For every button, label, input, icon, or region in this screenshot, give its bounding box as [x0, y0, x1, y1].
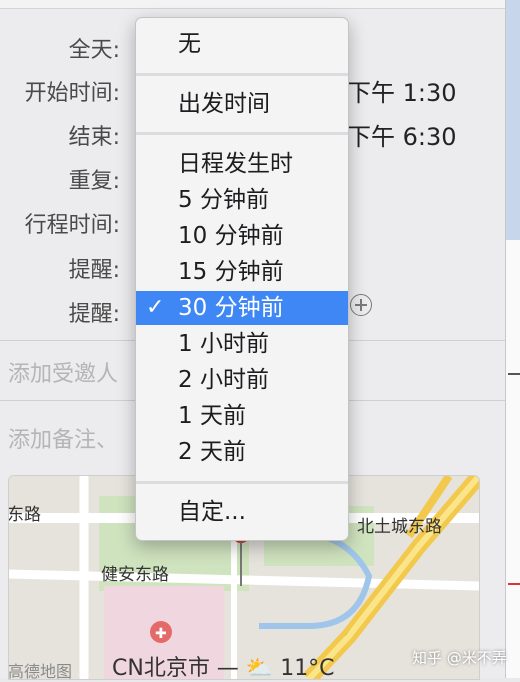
- menu-separator: [136, 73, 348, 76]
- invitees-field[interactable]: 添加受邀人: [8, 356, 118, 388]
- watermark: 知乎 @米不弄: [412, 649, 507, 667]
- edge-marker: [508, 373, 520, 375]
- start-time-value[interactable]: 下午 1:30: [347, 73, 457, 108]
- menu-item-2day[interactable]: 2 天前: [136, 435, 348, 469]
- travel-time-label: 行程时间:: [24, 213, 120, 238]
- menu-item-30min[interactable]: ✓ 30 分钟前: [136, 291, 348, 325]
- alert-label-1: 提醒:: [68, 258, 120, 283]
- all-day-label: 全天:: [68, 38, 120, 63]
- menu-item-none[interactable]: 无: [136, 27, 348, 61]
- window-edge: [505, 0, 520, 678]
- window-edge-highlight: [506, 0, 520, 240]
- menu-separator: [136, 481, 348, 484]
- menu-item-15min[interactable]: 15 分钟前: [136, 255, 348, 289]
- end-time-value[interactable]: 下午 6:30: [347, 117, 457, 152]
- notes-field[interactable]: 添加备注、: [8, 422, 118, 454]
- menu-item-departure[interactable]: 出发时间: [136, 87, 348, 121]
- map-brand: 高德地图: [8, 662, 73, 681]
- add-alert-icon[interactable]: [350, 294, 372, 316]
- top-strip: [0, 0, 505, 9]
- menu-item-2hour[interactable]: 2 小时前: [136, 363, 348, 397]
- alert-label-2: 提醒:: [68, 302, 120, 327]
- menu-item-1day[interactable]: 1 天前: [136, 399, 348, 433]
- menu-item-10min[interactable]: 10 分钟前: [136, 219, 348, 253]
- edge-marker: [508, 583, 520, 585]
- menu-item-label: 30 分钟前: [178, 295, 284, 321]
- svg-text:✚: ✚: [155, 626, 167, 642]
- map-caption: CN北京市 — ⛅ 11°C: [112, 656, 335, 681]
- checkmark-icon: ✓: [146, 295, 165, 320]
- menu-item-1hour[interactable]: 1 小时前: [136, 327, 348, 361]
- road-label-2: 北土城东路: [357, 517, 442, 537]
- repeat-label: 重复:: [68, 169, 120, 194]
- start-time-label: 开始时间:: [24, 81, 120, 106]
- menu-item-custom[interactable]: 自定...: [136, 495, 348, 529]
- road-label-1: 东路: [9, 505, 41, 525]
- menu-item-5min[interactable]: 5 分钟前: [136, 183, 348, 217]
- menu-item-at-event[interactable]: 日程发生时: [136, 147, 348, 181]
- end-label: 结束:: [68, 125, 120, 150]
- road-label-3: 健安东路: [101, 565, 169, 585]
- menu-separator: [136, 132, 348, 135]
- alert-dropdown-menu[interactable]: 无 出发时间 日程发生时 5 分钟前 10 分钟前 15 分钟前 ✓ 30 分钟…: [135, 17, 349, 541]
